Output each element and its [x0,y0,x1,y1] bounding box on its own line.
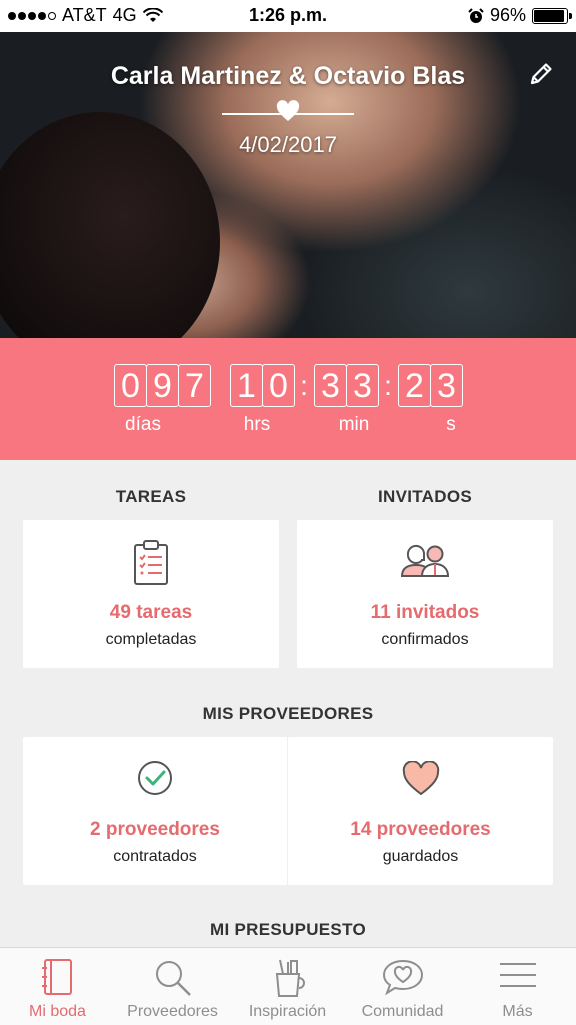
tab-proveedores[interactable]: Proveedores [115,948,230,1025]
budget-section-title: MI PRESUPUESTO [210,920,366,939]
chat-heart-icon [382,959,423,996]
guests-couple-icon [400,544,450,577]
bottom-tab-bar: Mi boda Proveedores Inspiración Comunida… [0,947,576,1025]
tasks-caption: completadas [105,631,197,648]
countdown-digit: 1 [230,364,263,407]
inspiration-cup-icon [275,959,305,997]
countdown-digit: 3 [430,364,463,407]
heart-icon [276,100,300,121]
search-icon [155,961,191,996]
countdown-digit: 0 [262,364,295,407]
tab-mas[interactable]: Más [460,948,575,1025]
countdown-digit: 2 [398,364,431,407]
status-right: 96% [468,5,572,26]
heart-outline-icon [402,761,439,796]
battery-percent: 96% [489,5,526,25]
clipboard-checklist-icon [134,540,168,585]
countdown-digit: 3 [314,364,347,407]
guests-caption: confirmados [381,631,469,648]
tab-label: Más [502,1003,533,1020]
battery-icon [532,7,572,24]
saved-vendors-count: 14 proveedores [350,819,491,840]
notebook-icon [41,959,72,995]
guests-card[interactable]: 11 invitados confirmados [297,520,553,668]
status-bar: AT&T 4G 1:26 p.m. 96% [0,0,576,32]
countdown-minutes: 3 3 [314,364,379,407]
hired-vendors-card[interactable]: 2 proveedores contratados [23,737,287,885]
seconds-label: s [446,414,456,435]
guests-count: 11 invitados [370,602,480,623]
countdown-digit: 3 [346,364,379,407]
hired-vendors-caption: contratados [113,848,197,865]
wedding-date: 4/02/2017 [239,132,337,157]
colon-separator: : [300,369,308,401]
vendors-section-title: MIS PROVEEDORES [202,704,374,723]
guests-section-title: INVITADOS [377,487,472,506]
tab-label: Mi boda [29,1003,86,1020]
countdown-seconds: 2 3 [398,364,463,407]
hours-label: hrs [243,414,271,435]
tab-label: Proveedores [127,1003,218,1020]
countdown-digit: 7 [178,364,211,407]
countdown-digits: 0 9 7 1 0 : 3 3 : 2 3 [0,364,576,407]
menu-icon [499,963,536,987]
days-label: días [125,414,161,435]
countdown-digit: 9 [146,364,179,407]
countdown-hours: 1 0 [230,364,295,407]
tasks-card[interactable]: 49 tareas completadas [23,520,279,668]
tab-mi-boda[interactable]: Mi boda [0,948,115,1025]
hired-vendors-count: 2 proveedores [90,819,220,840]
saved-vendors-card[interactable]: 14 proveedores guardados [288,737,553,885]
saved-vendors-caption: guardados [382,848,459,865]
edit-pencil-icon[interactable] [527,60,555,88]
tab-comunidad[interactable]: Comunidad [345,948,460,1025]
countdown-labels: días hrs min s [0,414,576,438]
couple-photo-header: Carla Martinez & Octavio Blas 4/02/2017 [0,32,576,338]
tab-label: Inspiración [248,1003,327,1020]
minutes-label: min [338,414,370,435]
tab-inspiracion[interactable]: Inspiración [230,948,345,1025]
couple-names: Carla Martinez & Octavio Blas [110,62,466,90]
countdown-digit: 0 [114,364,147,407]
alarm-icon [468,7,484,23]
tab-label: Comunidad [361,1003,444,1020]
tasks-count: 49 tareas [109,602,193,623]
checkmark-circle-icon [138,761,172,795]
colon-separator: : [384,369,392,401]
countdown-days: 0 9 7 [114,364,211,407]
wedding-countdown: 0 9 7 1 0 : 3 3 : 2 3 días hrs min s [0,338,576,460]
tasks-section-title: TAREAS [115,487,187,506]
